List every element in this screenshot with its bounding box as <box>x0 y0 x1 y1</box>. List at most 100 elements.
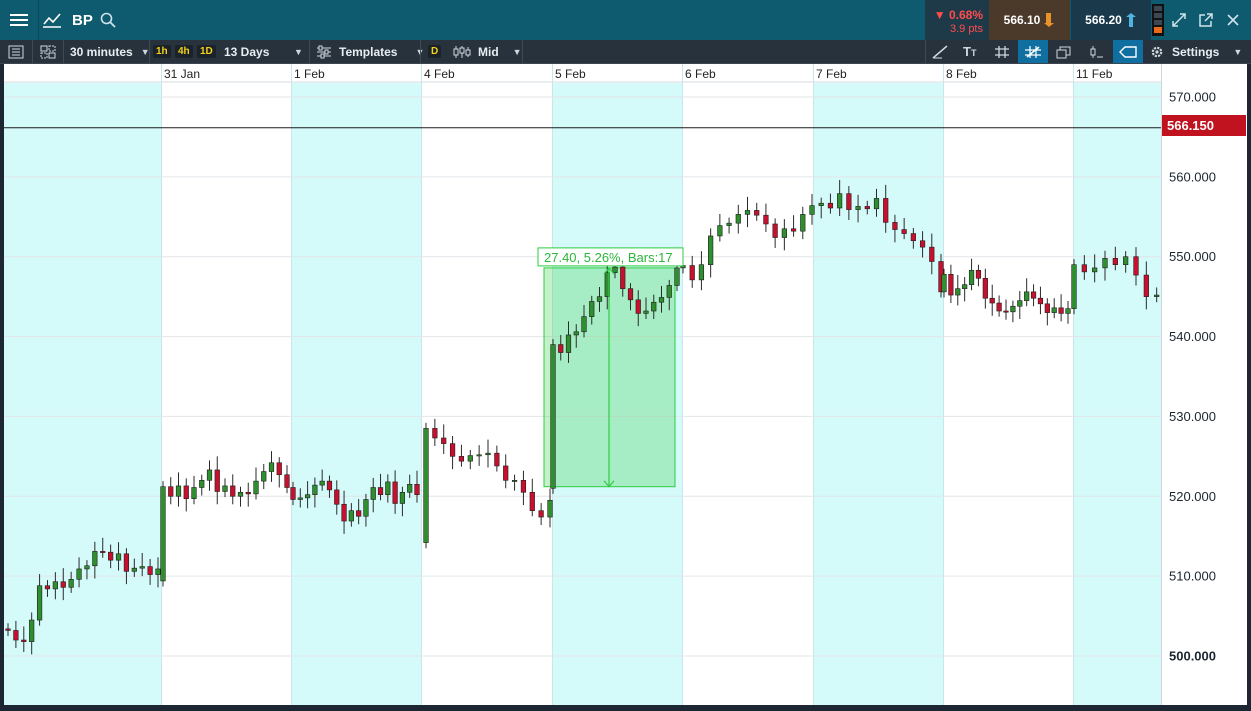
interval-label: 30 minutes <box>70 44 133 59</box>
candle-up <box>139 566 145 569</box>
y-tick-label: 530.000 <box>1169 409 1216 424</box>
menu-button[interactable] <box>0 0 39 40</box>
candlestick-icon <box>453 45 471 58</box>
sell-button[interactable]: 566.10 <box>989 0 1070 40</box>
candle-down <box>919 240 926 248</box>
search-button[interactable] <box>98 0 118 40</box>
layout-button[interactable] <box>40 40 56 63</box>
text-tool-button[interactable]: TT <box>963 40 976 63</box>
templates-button[interactable]: Templates▼ <box>316 40 424 63</box>
list-view-button[interactable] <box>8 40 24 63</box>
candle-up <box>370 487 376 500</box>
crosshair-toggle-button[interactable] <box>1018 40 1048 63</box>
quick-interval-4h[interactable]: 4h <box>175 40 193 63</box>
expand-button[interactable] <box>1168 0 1190 40</box>
candle-down <box>392 481 398 504</box>
candle-down <box>538 510 544 518</box>
layout-icon <box>40 45 56 58</box>
quick-interval-1d[interactable]: 1D <box>197 40 216 63</box>
candle-up <box>1071 264 1077 309</box>
y-tick-label: 500.000 <box>1169 649 1216 664</box>
y-tick-label: 550.000 <box>1169 249 1216 264</box>
candle-down <box>910 233 916 242</box>
candle-up <box>36 585 43 621</box>
session-shade <box>4 83 161 705</box>
candle-down <box>772 223 778 238</box>
x-axis-label: 11 Feb <box>1076 67 1113 81</box>
candle-down <box>245 491 251 495</box>
indicator-button[interactable] <box>1088 40 1104 63</box>
candle-up <box>1024 291 1030 301</box>
candle-down <box>44 585 51 590</box>
d-badge-button[interactable]: D <box>428 40 442 63</box>
templates-icon <box>317 45 331 58</box>
x-axis-label: 5 Feb <box>555 67 586 81</box>
candle-down <box>975 269 982 279</box>
range-select[interactable]: 13 Days <box>224 40 304 63</box>
candle-up <box>160 486 166 582</box>
candle-down <box>627 288 634 301</box>
candle-down <box>108 551 114 561</box>
symbol-label[interactable]: BP <box>72 12 93 29</box>
chevron-down-icon: ▼ <box>1233 46 1243 57</box>
session-shade <box>1073 83 1161 705</box>
quick-interval-1h[interactable]: 1h <box>153 40 171 63</box>
range-chevron-down-icon[interactable]: ▼ <box>294 40 303 63</box>
y-tick-label: 570.000 <box>1169 90 1216 105</box>
candle-up <box>485 452 491 456</box>
candle-down <box>948 273 954 296</box>
candle-down <box>827 202 834 209</box>
close-button[interactable] <box>1222 0 1244 40</box>
candle-up <box>674 267 680 286</box>
interval-select[interactable]: 30 minutes ▼ <box>70 40 150 63</box>
popout-button[interactable] <box>1195 0 1217 40</box>
tag-toggle-button[interactable] <box>1113 40 1143 63</box>
candle-up <box>717 225 723 237</box>
candle-down <box>1143 274 1149 297</box>
candle-up <box>297 497 303 500</box>
candle-down <box>183 485 189 499</box>
candle-up <box>268 462 275 472</box>
grid-toggle-button[interactable] <box>994 40 1010 63</box>
price-chart[interactable]: 31 Jan 1 Feb 4 Feb 5 Feb 6 Feb 7 Feb 8 Feb 11 F… <box>4 64 1247 705</box>
range-label: 13 Days <box>224 44 270 59</box>
settings-button[interactable]: Settings ▼ <box>1150 40 1242 63</box>
candle-up <box>666 285 672 298</box>
chart-type-button[interactable] <box>38 0 66 40</box>
price-type-select[interactable]: Mid ▼ <box>453 40 522 63</box>
candle-up <box>744 210 751 215</box>
popout-icon <box>1199 13 1213 27</box>
candle-up <box>29 619 35 642</box>
down-arrow-icon: ▼ <box>933 8 946 22</box>
candle-up <box>385 481 391 495</box>
candle-down <box>441 437 447 444</box>
layers-button[interactable] <box>1056 40 1072 63</box>
candle-down <box>100 551 106 553</box>
candle-up <box>76 568 82 580</box>
candle-up <box>175 485 182 497</box>
candle-up <box>476 454 482 457</box>
x-axis-label: 31 Jan <box>164 67 200 81</box>
candle-down <box>276 462 282 476</box>
candle-down <box>635 299 641 314</box>
expand-icon <box>1172 13 1186 27</box>
bottom-frame <box>0 705 1251 711</box>
candle-up <box>1102 258 1108 269</box>
buy-button[interactable]: 566.20 <box>1071 0 1151 40</box>
session-shade <box>813 83 943 705</box>
candlestick-chart-svg[interactable]: 31 Jan 1 Feb 4 Feb 5 Feb 6 Feb 7 Feb 8 Feb 11 F… <box>4 64 1247 705</box>
candle-down <box>846 193 852 210</box>
candle-down <box>13 630 19 641</box>
price-change: ▼ 0.68% 3.9 pts <box>925 0 989 40</box>
candle-down <box>1112 258 1118 266</box>
drawing-tool-button[interactable] <box>932 40 948 63</box>
candle-down <box>334 489 340 505</box>
candle-up <box>84 565 90 570</box>
candle-down <box>1058 307 1064 314</box>
candle-down <box>21 639 27 642</box>
candle-up <box>52 581 58 590</box>
candle-down <box>503 465 509 481</box>
candle-up <box>855 206 861 210</box>
templates-label: Templates <box>339 44 398 59</box>
candle-up <box>312 484 318 495</box>
